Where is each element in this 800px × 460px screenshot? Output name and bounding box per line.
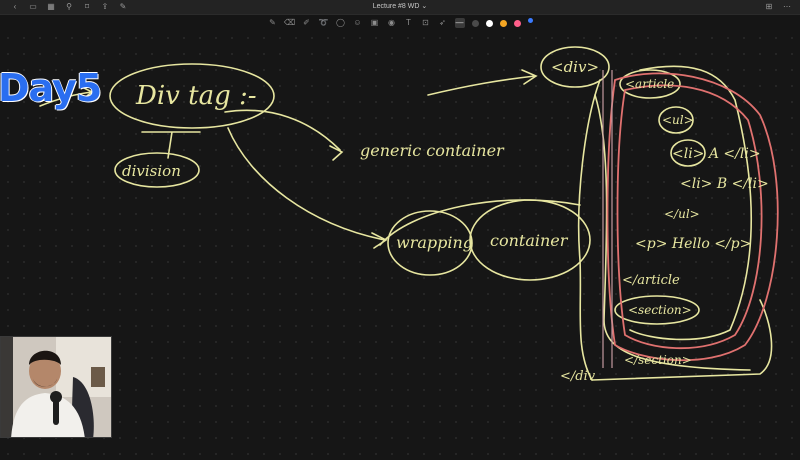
document-title-text: Lecture #8 WD [372, 3, 420, 10]
pointer-icon[interactable]: ➶ [438, 18, 448, 28]
color-swatch-pink[interactable] [513, 19, 521, 27]
color-swatch-dark[interactable] [471, 19, 479, 27]
generic-container-text: generic container [360, 141, 505, 160]
pen-size-selector[interactable]: — [454, 18, 465, 28]
handwritten-notes: Div tag :- division generic container wr… [39, 46, 779, 384]
li-a-text: <li> A </li> [672, 146, 761, 162]
document-title[interactable]: Lecture #8 WD ⌄ [0, 2, 800, 10]
arrow-to-generic-container [224, 109, 341, 151]
article-close-text: </article [622, 273, 680, 288]
container-text: container [490, 231, 569, 250]
div-close-text: </div [560, 369, 596, 384]
article-open-text: <article [625, 77, 674, 91]
color-swatch-orange[interactable] [499, 19, 507, 27]
p-hello-text: <p> Hello </p> [635, 236, 751, 252]
title-bar-right-controls: ⊞ ⋯ [764, 2, 792, 12]
presenter-figure [1, 337, 111, 437]
color-swatch-blue[interactable] [527, 18, 533, 23]
section-close-text: </section> [624, 353, 692, 367]
division-text: division [122, 162, 181, 180]
li-b-text: <li> B </li> [680, 176, 769, 192]
ul-close-text: </ul> [664, 207, 700, 221]
drawing-toolbar: ✎ ⌫ ✐ ➰ ◯ ☺ ▣ ◉ T ⊡ ➶ — [0, 16, 800, 30]
div-tag-text: Div tag :- [135, 81, 257, 111]
arrow-to-div [427, 75, 536, 96]
ul-open-text: <ul> [662, 113, 694, 127]
arrow-head-generic-container [329, 145, 344, 161]
image-icon[interactable]: ▣ [370, 18, 380, 28]
section-open-text: <section> [628, 303, 692, 317]
eraser-icon[interactable]: ⌫ [284, 18, 295, 28]
chevron-down-icon: ⌄ [421, 3, 428, 10]
note-canvas[interactable]: Div tag :- division generic container wr… [0, 30, 800, 460]
whiteboard-app-window: ‹ ▭ ▦ ⚲ ⌑ ⇪ ✎ Lecture #8 WD ⌄ ⊞ ⋯ ✎ ⌫ ✐ … [0, 0, 800, 460]
presenter-webcam [0, 336, 112, 438]
div-open-text: <div> [551, 58, 599, 76]
title-bar: ‹ ▭ ▦ ⚲ ⌑ ⇪ ✎ Lecture #8 WD ⌄ ⊞ ⋯ [0, 0, 800, 15]
color-swatch-white[interactable] [485, 19, 493, 27]
highlighter-icon[interactable]: ✐ [302, 18, 312, 28]
div-left-bracket [577, 79, 601, 381]
add-page-icon[interactable]: ⊞ [764, 2, 774, 12]
link-icon[interactable]: ⊡ [421, 18, 431, 28]
camera-icon[interactable]: ◉ [387, 18, 397, 28]
text-icon[interactable]: T [404, 18, 414, 28]
day-label: Day5 [0, 66, 102, 110]
more-icon[interactable]: ⋯ [782, 2, 792, 12]
article-bracket [629, 65, 753, 341]
pen-icon[interactable]: ✎ [268, 18, 278, 28]
sticker-icon[interactable]: ☺ [353, 18, 363, 28]
shapes-icon[interactable]: ◯ [336, 18, 346, 28]
lasso-icon[interactable]: ➰ [319, 18, 329, 28]
wrapping-text: wrapping [396, 233, 473, 252]
